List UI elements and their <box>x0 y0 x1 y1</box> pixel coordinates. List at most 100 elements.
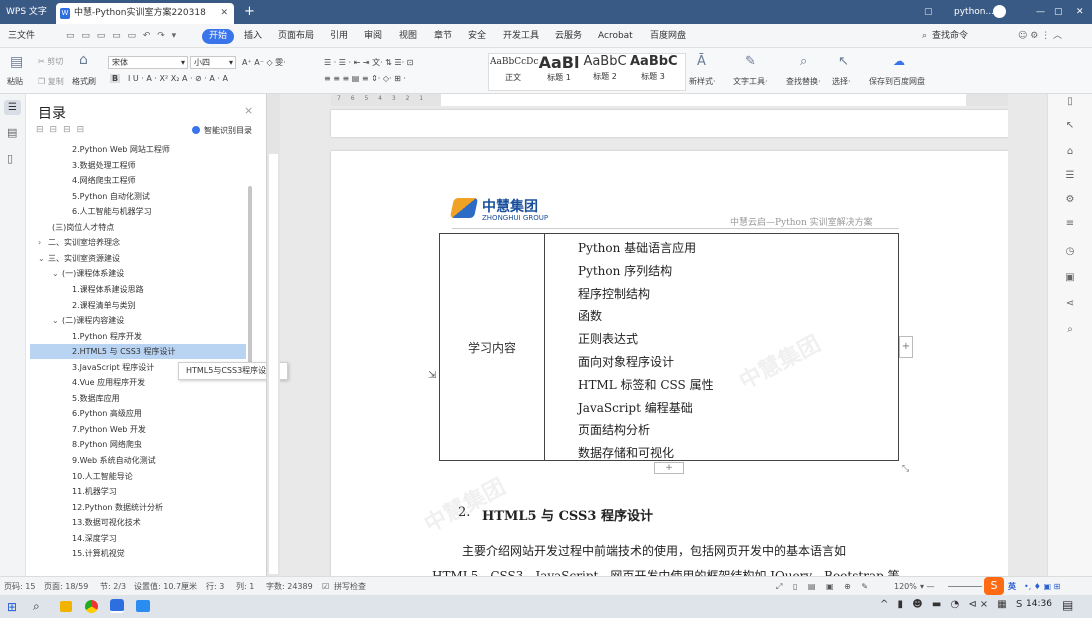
font-family-select[interactable]: 宋体 ▾ <box>108 56 188 69</box>
share-icon[interactable]: ⋖ <box>1064 298 1076 310</box>
status-pages[interactable]: 页面: 18/59 <box>44 577 88 596</box>
file-explorer-icon[interactable] <box>60 601 72 612</box>
zoom-search-icon[interactable]: ⌕ <box>1064 324 1076 336</box>
toc-item[interactable]: ⌄ (二)课程内容建设 <box>30 313 246 328</box>
save-baidu-button[interactable]: 保存到百度网盘 <box>869 76 925 87</box>
toc-item[interactable]: 10.人工智能导论 <box>30 469 246 484</box>
photos-icon[interactable] <box>136 600 150 612</box>
toc-level-buttons[interactable]: ⊟⊟⊟⊟ <box>36 125 90 135</box>
add-column-button[interactable]: + <box>899 336 913 358</box>
ime-language[interactable]: 英 <box>1008 577 1016 596</box>
toc-item[interactable]: 11.机器学习 <box>30 484 246 499</box>
toc-item[interactable]: 5.数据库应用 <box>30 391 246 406</box>
style-heading-1[interactable]: AaBl 标题 1 <box>536 53 582 83</box>
tab-start[interactable]: 开始 <box>202 29 235 44</box>
file-menu[interactable]: 三文件 <box>8 24 35 48</box>
zoom-out-icon[interactable]: ▾ — <box>920 577 935 596</box>
view-mode-icons[interactable]: ⤢ ▯ ▤ ▣ ⊕ ✎ <box>776 577 872 596</box>
new-style-icon[interactable]: Ā <box>697 54 706 69</box>
toc-item[interactable]: 4.网络爬虫工程师 <box>30 173 246 188</box>
chevron-down-icon[interactable]: ⌄ <box>52 313 59 328</box>
toc-item[interactable]: 5.Python 自动化测试 <box>30 189 246 204</box>
page-thumbnail-icon[interactable]: ▤ <box>7 126 17 139</box>
format-painter-button[interactable]: 格式刷 <box>72 76 96 87</box>
ime-tools-icon[interactable]: •, ♦ ▣ ⊞ <box>1024 577 1060 596</box>
windows-start-icon[interactable]: ⊞ <box>7 600 17 614</box>
toc-item[interactable]: 8.Python 网络爬虫 <box>30 437 246 452</box>
toc-item[interactable]: 7.Python Web 开发 <box>30 422 246 437</box>
chevron-right-icon[interactable]: › <box>38 235 41 250</box>
spell-check-button[interactable]: 拼写检查 <box>334 577 366 596</box>
add-row-button[interactable]: + <box>654 462 684 474</box>
app-tab[interactable]: WPS 文字 <box>6 0 47 24</box>
select-button[interactable]: 选择· <box>832 76 851 87</box>
toc-item[interactable]: 3.数据处理工程师 <box>30 158 246 173</box>
status-word-count[interactable]: 字数: 24389 <box>266 577 313 596</box>
system-tray-icons[interactable]: ^ ▮ ☻ ▬ ◔ ⊲× ▦ S <box>880 599 1025 610</box>
find-replace-button[interactable]: 查找替换· <box>786 76 821 87</box>
toc-item[interactable]: › 二、实训室培养理念 <box>30 235 246 250</box>
chevron-down-icon[interactable]: ⌄ <box>38 251 45 266</box>
toc-item[interactable]: ⌄ 三、实训室资源建设 <box>30 251 246 266</box>
close-tab-icon[interactable]: ✕ <box>220 3 228 24</box>
cut-button[interactable]: ✂ 剪切 <box>38 56 63 67</box>
maximize-icon[interactable]: ▢ <box>1054 0 1063 24</box>
toc-item[interactable]: 1.课程体系建设思路 <box>30 282 246 297</box>
restore-window-icon[interactable]: ▢ <box>924 0 933 24</box>
avatar[interactable] <box>993 5 1006 18</box>
image-icon[interactable]: ▣ <box>1064 272 1076 284</box>
style-heading-2[interactable]: AaBbC 标题 2 <box>582 54 628 82</box>
adjust-icon[interactable]: ≡ <box>1064 218 1076 230</box>
toc-item[interactable]: ⌄ (一)课程体系建设 <box>30 266 246 281</box>
toc-item[interactable]: (三)岗位人才特点 <box>30 220 246 235</box>
spell-check-icon[interactable]: ☑ <box>322 577 329 596</box>
tab-baidu-netdisk[interactable]: 百度网盘 <box>650 24 686 48</box>
notification-icon[interactable]: ▤ <box>1062 598 1073 612</box>
toc-item[interactable]: 2.课程清单与类别 <box>30 298 246 313</box>
quick-access-icons[interactable]: ▭ ▭ ▭ ▭ ▭ ↶ ↷ ▾ <box>66 24 178 48</box>
paste-button[interactable]: 粘贴 <box>7 76 23 87</box>
toc-item[interactable]: 9.Web 系统自动化测试 <box>30 453 246 468</box>
toc-item[interactable]: 6.Python 高级应用 <box>30 406 246 421</box>
toc-scrollbar[interactable] <box>248 186 252 368</box>
panel-toggle-icon[interactable]: ▯ <box>1064 96 1076 108</box>
tab-page-layout[interactable]: 页面布局 <box>278 24 314 48</box>
settings-icon[interactable]: ☺ ⚙ ⋮ ︿ <box>1018 24 1062 48</box>
document-tab[interactable]: W 中慧-Python实训室方案220318 ✕ <box>56 3 234 24</box>
wps-writer-taskbar-icon[interactable] <box>110 599 124 613</box>
tune-icon[interactable]: ⚙ <box>1064 194 1076 206</box>
new-tab-button[interactable]: + <box>244 0 255 24</box>
list-settings-icon[interactable]: ☰ <box>1064 170 1076 182</box>
tab-review[interactable]: 审阅 <box>364 24 382 48</box>
style-normal[interactable]: AaBbCcDc 正文 <box>490 57 538 83</box>
toc-item[interactable]: 1.Python 程序开发 <box>30 329 246 344</box>
find-icon[interactable]: ⌕ <box>800 54 807 69</box>
toc-item[interactable]: 13.数据可视化技术 <box>30 515 246 530</box>
smart-toc-button[interactable]: 智能识别目录 <box>204 125 252 136</box>
tab-dev-tools[interactable]: 开发工具 <box>503 24 539 48</box>
tab-cloud[interactable]: 云服务 <box>555 24 582 48</box>
list-buttons[interactable]: ☰ · ☰ · ⇤ ⇥ 文· ⇅ ☰· ⊡ <box>324 57 413 68</box>
toc-item[interactable]: 12.Python 数据统计分析 <box>30 500 246 515</box>
horizontal-ruler[interactable]: 7 6 5 4 3 2 1 <box>331 94 1008 106</box>
sogou-ime-icon[interactable]: S <box>984 577 1004 595</box>
chevron-down-icon[interactable]: ⌄ <box>52 266 59 281</box>
format-painter-icon[interactable]: ⌂ <box>79 52 88 68</box>
bold-button[interactable]: B <box>110 74 121 83</box>
tab-view[interactable]: 视图 <box>399 24 417 48</box>
toc-item[interactable]: 2.Python Web 网站工程师 <box>30 142 246 157</box>
text-tools-button[interactable]: 文字工具· <box>733 76 768 87</box>
align-buttons[interactable]: ≡ ≡ ≡ ▤ ≡ ⇕· ◇· ⊞ · <box>324 74 406 83</box>
toc-item[interactable]: 14.深度学习 <box>30 531 246 546</box>
zoom-level[interactable]: 120% <box>894 577 917 596</box>
cursor-icon[interactable]: ↖ <box>838 54 849 69</box>
toc-item[interactable]: 2.HTML5 与 CSS3 程序设计 <box>30 344 246 360</box>
lock-icon[interactable]: ⌂ <box>1064 146 1076 158</box>
toc-item[interactable]: 15.计算机视觉 <box>30 546 246 561</box>
close-window-icon[interactable]: ✕ <box>1076 0 1084 24</box>
tab-references[interactable]: 引用 <box>330 24 348 48</box>
history-icon[interactable]: ◷ <box>1064 246 1076 258</box>
tab-security[interactable]: 安全 <box>468 24 486 48</box>
new-style-button[interactable]: 新样式· <box>689 76 716 87</box>
baidu-cloud-icon[interactable]: ☁ <box>893 54 905 68</box>
